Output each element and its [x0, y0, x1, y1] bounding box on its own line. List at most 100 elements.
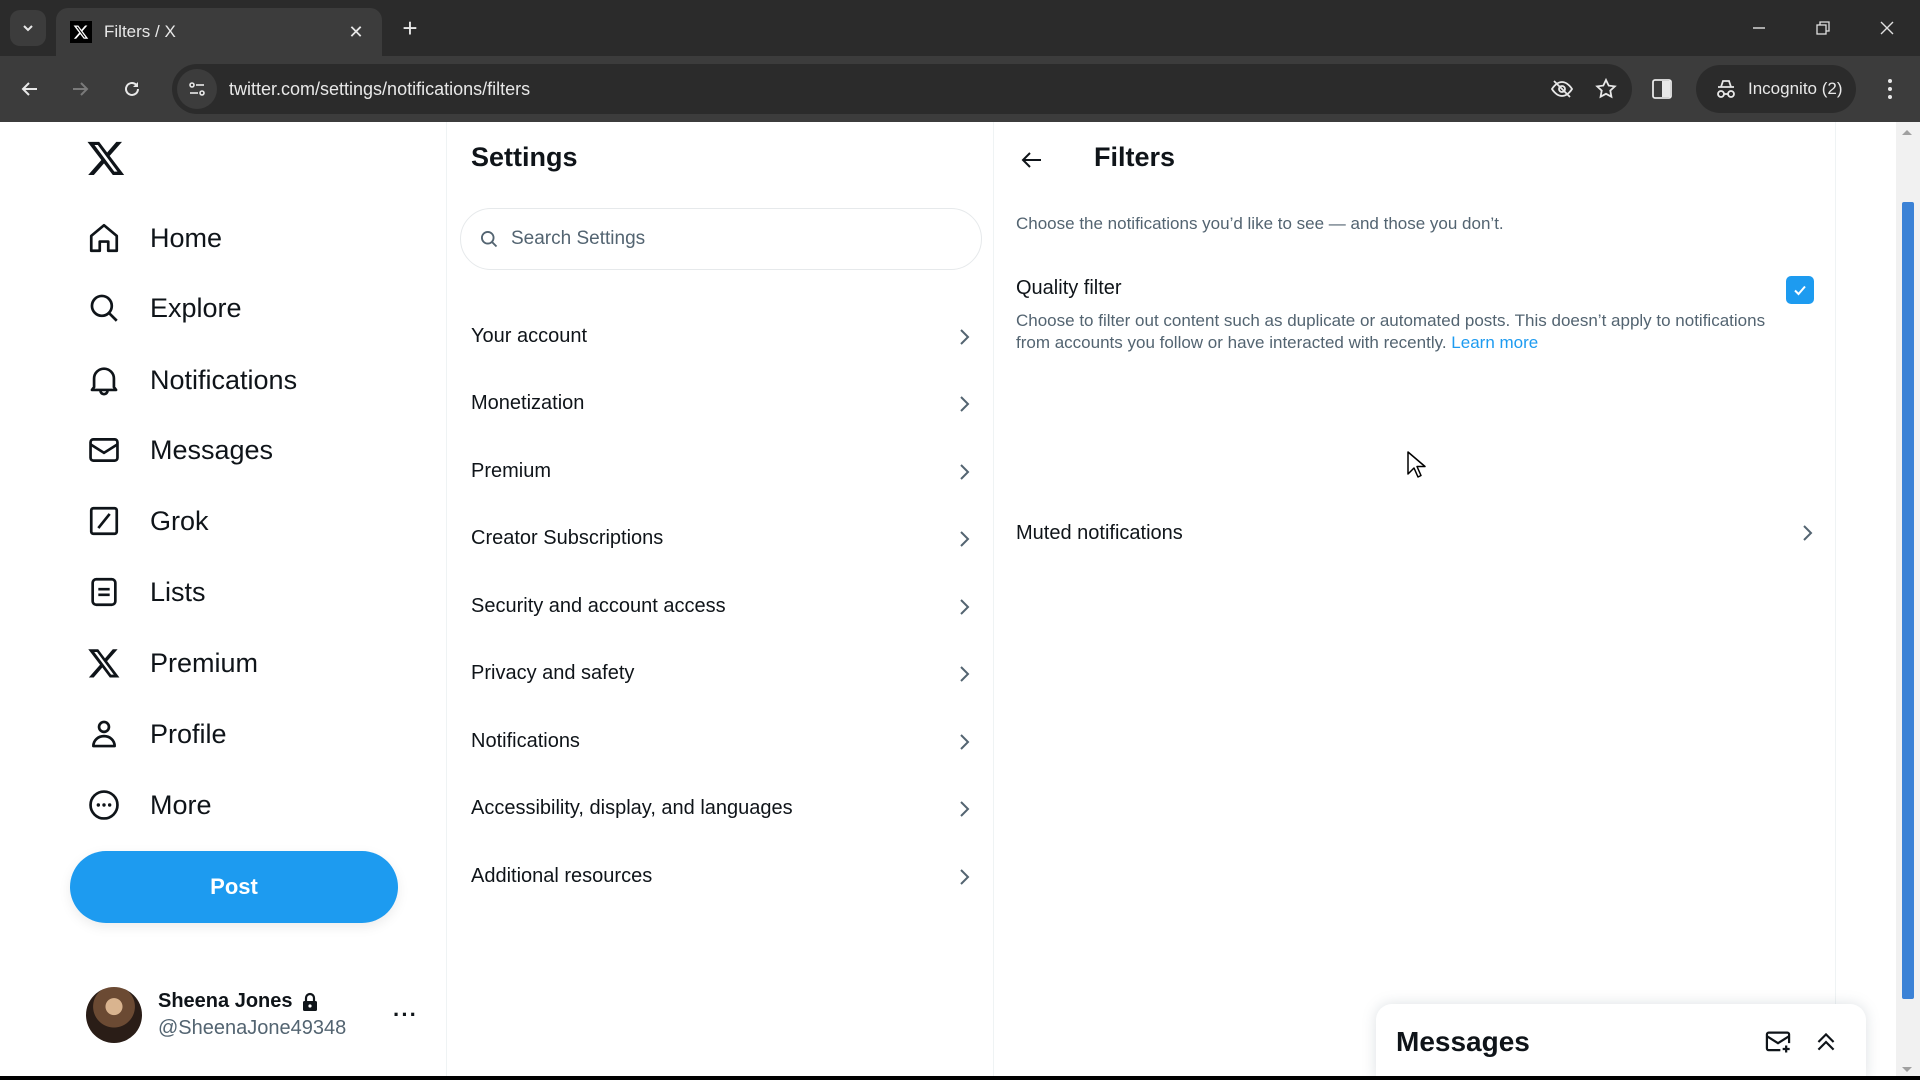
quality-filter-description-text: Choose to filter out content such as dup… [1016, 311, 1766, 352]
settings-item-premium[interactable]: Premium [447, 438, 995, 505]
chevron-right-icon [960, 733, 970, 750]
settings-title: Settings [471, 142, 578, 172]
tab-search-button[interactable] [10, 10, 46, 46]
settings-item-label: Security and account access [471, 595, 726, 617]
avatar [86, 987, 142, 1043]
nav-item-home[interactable]: Home [86, 210, 222, 266]
scroll-up-arrow-icon[interactable] [1902, 130, 1912, 135]
nav-label: Profile [150, 718, 227, 749]
nav-label: Notifications [150, 364, 298, 395]
chevron-right-icon [960, 463, 970, 480]
side-panel-button[interactable] [1646, 73, 1678, 105]
nav-item-premium[interactable]: Premium [86, 635, 258, 691]
chevron-right-icon [960, 395, 970, 412]
x-logo-icon [87, 141, 125, 175]
post-button[interactable]: Post [70, 851, 398, 923]
url-text[interactable]: twitter.com/settings/notifications/filte… [229, 79, 1544, 100]
back-button[interactable] [1014, 142, 1050, 178]
reload-icon [125, 81, 139, 96]
screen-bottom-edge [0, 1076, 1920, 1080]
forward-button[interactable] [64, 73, 96, 105]
chevron-right-icon [960, 328, 970, 345]
bookmark-button[interactable] [1588, 71, 1624, 107]
envelope-icon [89, 438, 119, 462]
expand-drawer-button[interactable] [1806, 1022, 1846, 1062]
settings-item-monetization[interactable]: Monetization [447, 370, 995, 437]
address-bar[interactable]: twitter.com/settings/notifications/filte… [172, 64, 1632, 114]
back-button[interactable] [14, 73, 46, 105]
nav-label: Lists [150, 576, 206, 607]
browser-tab[interactable]: Filters / X ✕ [56, 8, 382, 56]
learn-more-link[interactable]: Learn more [1451, 333, 1538, 352]
browser-toolbar: twitter.com/settings/notifications/filte… [0, 56, 1920, 122]
account-handle: @SheenaJone49348 [158, 1017, 347, 1039]
site-info-button[interactable] [177, 69, 217, 109]
page-scrollbar[interactable] [1896, 122, 1920, 1080]
scroll-down-arrow-icon[interactable] [1902, 1067, 1912, 1072]
quality-filter-checkbox[interactable] [1786, 276, 1814, 304]
settings-item-privacy[interactable]: Privacy and safety [447, 640, 995, 707]
side-panel-icon [1652, 79, 1672, 99]
nav-item-grok[interactable]: Grok [86, 493, 209, 549]
nav-label: Home [150, 222, 223, 253]
nav-item-explore[interactable]: Explore [86, 280, 242, 336]
settings-item-label: Notifications [471, 730, 580, 752]
left-navigation: Home Explore Notifications Messages Grok… [70, 122, 440, 1080]
more-circle-icon [89, 790, 119, 820]
x-page: Home Explore Notifications Messages Grok… [0, 122, 1920, 1080]
search-settings-input[interactable]: Search Settings [460, 208, 982, 270]
account-switcher[interactable]: Sheena Jones @SheenaJone49348 ··· [86, 982, 426, 1048]
messages-drawer[interactable]: Messages [1376, 1004, 1866, 1080]
chevron-down-icon [23, 25, 33, 32]
new-message-button[interactable] [1758, 1022, 1798, 1062]
scroll-thumb[interactable] [1902, 202, 1914, 999]
filters-panel: Filters Choose the notifications you’d l… [994, 122, 1836, 1080]
chevron-right-icon [1803, 525, 1813, 541]
settings-item-creator-subscriptions[interactable]: Creator Subscriptions [447, 505, 995, 572]
x-logo-link[interactable] [86, 138, 126, 178]
nav-item-more[interactable]: More [86, 777, 212, 833]
settings-item-label: Accessibility, display, and languages [471, 797, 793, 819]
settings-item-label: Privacy and safety [471, 662, 635, 684]
settings-item-accessibility[interactable]: Accessibility, display, and languages [447, 775, 995, 842]
settings-item-label: Premium [471, 460, 552, 482]
incognito-profile-button[interactable]: Incognito (2) [1696, 65, 1856, 113]
x-logo-icon [88, 649, 120, 678]
lock-icon [302, 992, 317, 1011]
nav-item-profile[interactable]: Profile [86, 706, 227, 762]
nav-item-messages[interactable]: Messages [86, 422, 273, 478]
minimize-icon [1753, 27, 1765, 29]
quality-filter-title: Quality filter [1016, 277, 1122, 299]
home-icon [89, 223, 119, 253]
search-icon [481, 231, 498, 248]
incognito-label: Incognito (2) [1748, 79, 1843, 98]
browser-tab-bar: Filters / X ✕ + [0, 0, 1920, 56]
nav-label: Messages [150, 434, 274, 465]
tab-close-icon[interactable]: ✕ [344, 22, 368, 43]
compose-message-icon [1765, 1031, 1791, 1053]
settings-item-additional-resources[interactable]: Additional resources [447, 843, 995, 910]
tracking-protection-button[interactable] [1544, 71, 1580, 107]
tab-title: Filters / X [104, 22, 176, 41]
nav-item-notifications[interactable]: Notifications [86, 352, 297, 408]
new-tab-button[interactable]: + [396, 14, 424, 42]
settings-item-security[interactable]: Security and account access [447, 573, 995, 640]
nav-label: Premium [150, 647, 259, 678]
reload-button[interactable] [116, 73, 148, 105]
chevron-right-icon [960, 598, 970, 615]
eye-off-icon [1550, 80, 1574, 98]
settings-item-label: Monetization [471, 392, 585, 414]
browser-menu-button[interactable] [1874, 73, 1906, 105]
restore-button[interactable] [1800, 12, 1846, 44]
settings-item-your-account[interactable]: Your account [447, 303, 995, 370]
muted-notifications-row[interactable]: Muted notifications [994, 500, 1836, 566]
chevron-right-icon [960, 868, 970, 885]
double-chevron-up-icon [1817, 1032, 1835, 1051]
settings-item-notifications[interactable]: Notifications [447, 708, 995, 775]
nav-label: Explore [150, 292, 242, 323]
filters-description: Choose the notifications you’d like to s… [1016, 214, 1504, 233]
more-horizontal-icon[interactable]: ··· [393, 1002, 418, 1028]
nav-item-lists[interactable]: Lists [86, 564, 206, 620]
close-window-button[interactable] [1864, 12, 1910, 44]
minimize-button[interactable] [1736, 12, 1782, 44]
